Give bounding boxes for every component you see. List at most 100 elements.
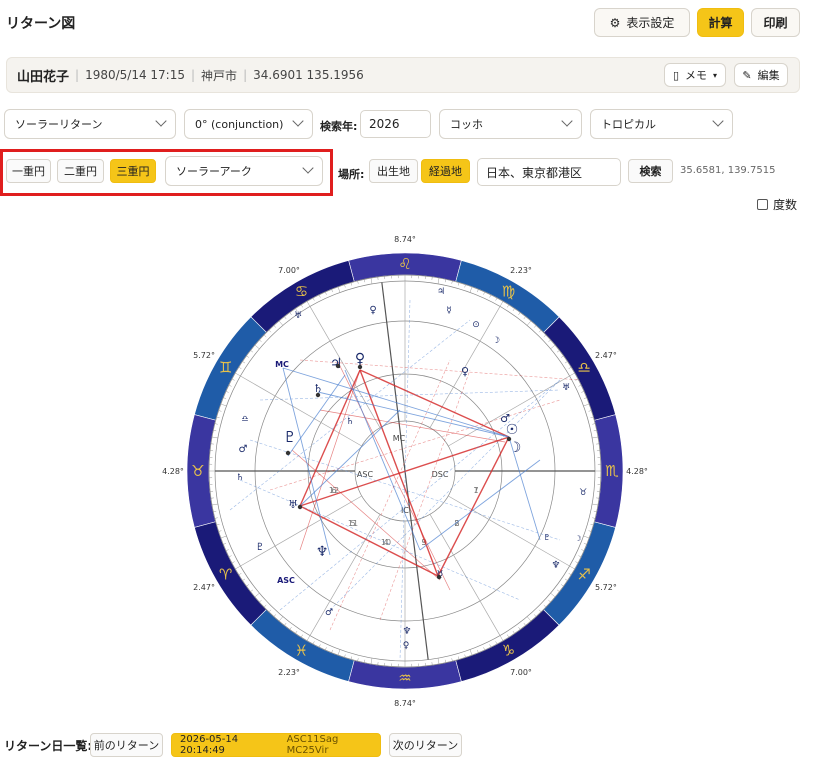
planet-marker	[335, 363, 341, 369]
house-system-select[interactable]: コッホ	[439, 109, 582, 139]
next-return-button[interactable]: 次のリターン	[389, 733, 462, 757]
planet-icon: ♀	[461, 365, 469, 378]
page-title: リターン図	[6, 16, 76, 32]
zodiac-sign-icon: ♉	[191, 462, 204, 480]
current-place-button[interactable]: 経過地	[421, 159, 470, 183]
chevron-down-icon	[302, 162, 314, 174]
planet-icon: ♎	[241, 414, 248, 423]
cusp-degree-label: 4.28°	[162, 467, 184, 476]
planet-marker	[506, 436, 512, 442]
planet-icon: ♀	[369, 305, 376, 316]
house-number: 10	[381, 538, 391, 547]
planet-icon: ♆	[316, 544, 329, 560]
planet-icon: ♅	[288, 498, 298, 511]
planet-icon: ♃	[330, 356, 343, 372]
profile-coords: 34.6901 135.1956	[253, 68, 364, 82]
cusp-degree-label: 2.47°	[595, 351, 617, 360]
display-settings-button[interactable]: ⚙ 表示設定	[594, 8, 690, 37]
planet-icon: ♄	[236, 473, 244, 483]
place-input[interactable]: 日本、東京都港区	[477, 158, 621, 186]
sliders-icon: ⚙	[609, 15, 621, 30]
planet-icon: ☿	[437, 568, 444, 581]
progression-value: ソーラーアーク	[176, 165, 252, 178]
axis-label: DSC	[432, 470, 449, 479]
planet-icon: ♇	[283, 428, 296, 446]
chevron-down-icon	[561, 115, 573, 127]
chevron-down-icon: ▾	[713, 70, 718, 80]
return-chart: ♌ ♋ ♊ ♉ ♈ ♓ ♒ ♑ ♐ ♏ ♎ ♍ 8.74° 2.23° 2.47° 4.28° 5.72° 7.0…	[162, 235, 648, 708]
document-icon: ▯	[672, 68, 680, 82]
single-circle-button[interactable]: 一重円	[6, 159, 51, 183]
cusp-degree-label: 4.28°	[626, 467, 648, 476]
cusp-degree-label: 2.23°	[510, 266, 532, 275]
zodiac-sign-icon: ♈	[219, 566, 232, 584]
planet-icon: ♃	[437, 287, 445, 297]
search-button[interactable]: 検索	[628, 159, 673, 183]
planet-icon: ♀	[355, 351, 365, 367]
birth-place-button[interactable]: 出生地	[369, 159, 418, 183]
cusp-degree-label: 5.72°	[595, 583, 617, 592]
planet-icon: ♆	[403, 626, 412, 637]
axis-label: ASC	[357, 470, 374, 479]
zodiac-sign-icon: ♍	[502, 283, 515, 301]
planet-icon: ♀	[403, 641, 410, 651]
chevron-down-icon	[292, 115, 304, 127]
return-list-label: リターン日一覧:	[4, 739, 93, 753]
planet-marker	[357, 364, 363, 370]
zodiac-sign-icon: ♏	[605, 462, 619, 480]
current-return-chip[interactable]: 2026-05-14 20:14:49 ASC11Sag MC25Vir	[171, 733, 381, 757]
print-button[interactable]: 印刷	[751, 8, 800, 37]
planet-icon: ♆	[552, 560, 561, 571]
edit-button[interactable]: ✎ 編集	[734, 63, 788, 87]
zodiac-sign-icon: ♋	[295, 283, 308, 301]
return-type-value: ソーラーリターン	[15, 118, 103, 131]
double-circle-button[interactable]: 二重円	[57, 159, 104, 183]
place-coords: 35.6581, 139.7515	[680, 165, 776, 176]
cusp-degree-label: 7.00°	[278, 266, 300, 275]
degrees-checkbox[interactable]	[757, 199, 768, 210]
current-return-extra: ASC11Sag MC25Vir	[286, 734, 339, 756]
progression-select[interactable]: ソーラーアーク	[165, 156, 323, 186]
zodiac-sign-icon: ♑	[502, 641, 515, 659]
planet-icon: ♅	[294, 311, 302, 321]
prev-return-button[interactable]: 前のリターン	[90, 733, 163, 757]
divider: |	[191, 68, 196, 82]
cusp-degree-label: 8.74°	[394, 235, 416, 244]
zodiac-select[interactable]: トロピカル	[590, 109, 733, 139]
year-input[interactable]: 2026	[360, 110, 431, 138]
planet-icon: ☽	[492, 336, 500, 346]
profile-datetime: 1980/5/14 17:15	[85, 68, 185, 82]
house-number: 11	[348, 519, 358, 528]
aspect-select[interactable]: 0° (conjunction)	[184, 109, 313, 139]
planet-icon: ♄	[346, 417, 354, 427]
current-return-date: 2026-05-14 20:14:49	[180, 734, 239, 756]
zodiac-sign-icon: ♒	[398, 669, 411, 687]
display-settings-label: 表示設定	[626, 16, 675, 30]
calculate-button[interactable]: 計算	[697, 8, 744, 37]
planet-icon: ♂	[500, 412, 510, 425]
divider: |	[243, 68, 248, 82]
planet-icon: ♂	[239, 444, 248, 455]
house-system-value: コッホ	[450, 118, 483, 131]
planet-marker	[297, 504, 303, 510]
zodiac-sign-icon: ♊	[219, 359, 232, 377]
return-type-select[interactable]: ソーラーリターン	[4, 109, 176, 139]
zodiac-sign-icon: ♐	[578, 566, 591, 584]
profile-name: 山田花子	[17, 69, 70, 85]
edit-label: 編集	[757, 69, 780, 82]
divider: |	[75, 68, 80, 82]
planet-icon: ☽	[574, 534, 581, 543]
planet-icon: ♉	[579, 488, 587, 498]
zodiac-sign-icon: ♓	[295, 641, 308, 659]
cusp-degree-label: 2.23°	[278, 668, 300, 677]
triple-circle-button[interactable]: 三重円	[110, 159, 156, 183]
year-label: 検索年:	[320, 120, 358, 133]
asc-label: ASC	[277, 576, 295, 585]
cusp-degree-label: 7.00°	[510, 668, 532, 677]
axis-label: MC	[393, 434, 406, 443]
memo-button[interactable]: ▯ メモ ▾	[664, 63, 726, 87]
chevron-down-icon	[712, 115, 724, 127]
planet-marker	[436, 574, 442, 580]
planet-icon: ☿	[446, 306, 452, 316]
zodiac-sign-icon: ♎	[578, 359, 591, 377]
